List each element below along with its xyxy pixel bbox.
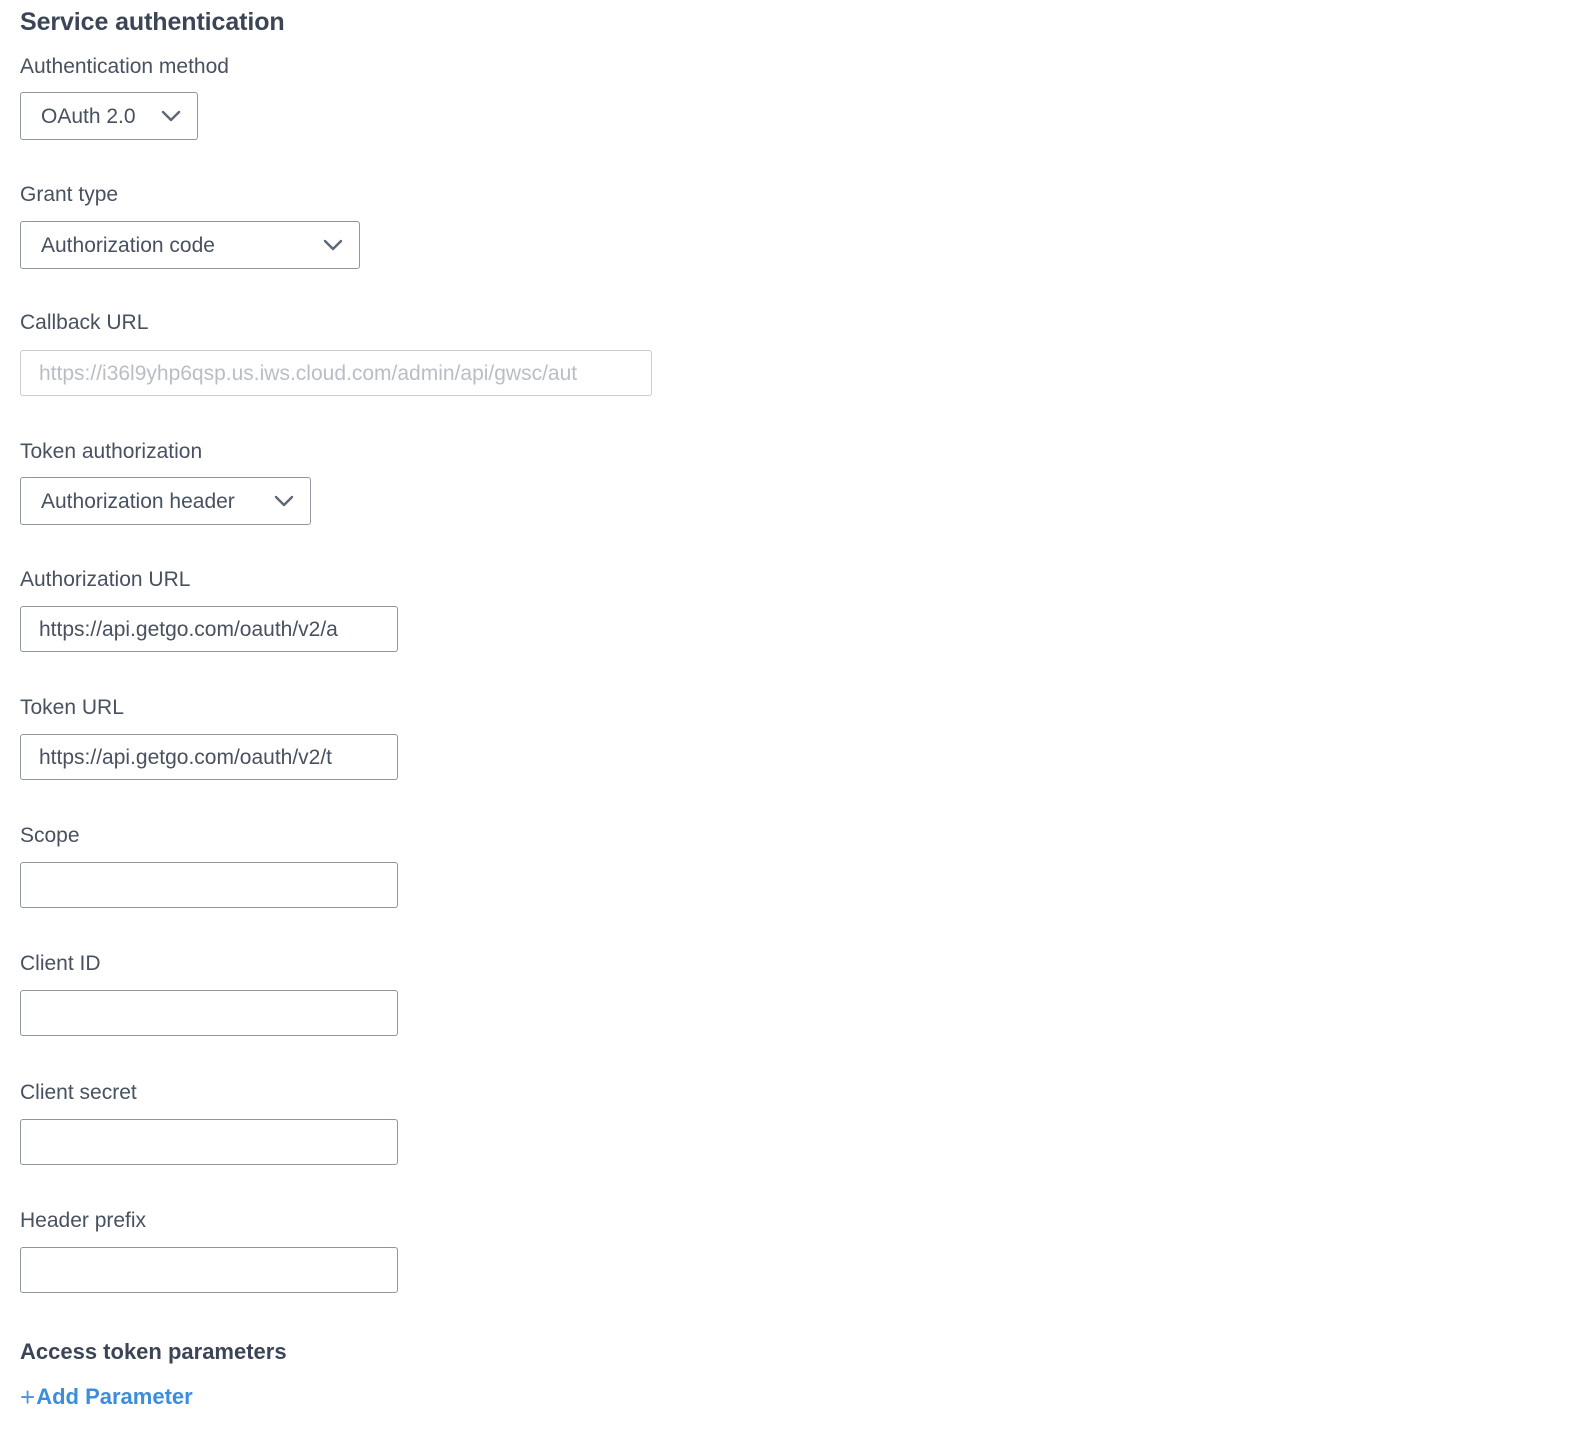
client-id-label: Client ID xyxy=(20,952,101,975)
grant-type-label: Grant type xyxy=(20,183,119,206)
token-authorization-value: Authorization header xyxy=(41,489,235,513)
callback-url-placeholder: https://i36l9yhp6qsp.us.iws.cloud.com/ad… xyxy=(39,361,578,385)
client-secret-label: Client secret xyxy=(20,1081,137,1104)
chevron-down-icon xyxy=(320,232,346,258)
authorization-url-value: https://api.getgo.com/oauth/v2/a xyxy=(39,617,338,641)
add-parameter-label: Add Parameter xyxy=(36,1384,193,1409)
token-authorization-select[interactable]: Authorization header xyxy=(20,477,311,525)
authentication-method-select[interactable]: OAuth 2.0 xyxy=(20,92,198,140)
token-authorization-label: Token authorization xyxy=(20,440,203,463)
plus-icon: + xyxy=(20,1382,36,1412)
token-url-label: Token URL xyxy=(20,696,124,719)
authorization-url-input[interactable]: https://api.getgo.com/oauth/v2/a xyxy=(20,606,398,652)
scope-input[interactable] xyxy=(20,862,398,908)
authentication-method-value: OAuth 2.0 xyxy=(41,104,136,128)
chevron-down-icon xyxy=(158,103,184,129)
token-url-value: https://api.getgo.com/oauth/v2/t xyxy=(39,745,333,769)
header-prefix-label: Header prefix xyxy=(20,1209,147,1232)
client-secret-input[interactable] xyxy=(20,1119,398,1165)
token-url-input[interactable]: https://api.getgo.com/oauth/v2/t xyxy=(20,734,398,780)
header-prefix-input[interactable] xyxy=(20,1247,398,1293)
service-authentication-form: Service authentication Authentication me… xyxy=(0,0,1590,1450)
grant-type-select[interactable]: Authorization code xyxy=(20,221,360,269)
add-parameter-button[interactable]: + Add Parameter xyxy=(20,1384,193,1410)
grant-type-value: Authorization code xyxy=(41,233,215,257)
scope-label: Scope xyxy=(20,824,80,847)
page-title: Service authentication xyxy=(20,8,285,36)
client-id-input[interactable] xyxy=(20,990,398,1036)
authorization-url-label: Authorization URL xyxy=(20,568,191,591)
callback-url-label: Callback URL xyxy=(20,311,149,334)
chevron-down-icon xyxy=(271,488,297,514)
callback-url-input[interactable]: https://i36l9yhp6qsp.us.iws.cloud.com/ad… xyxy=(20,350,652,396)
authentication-method-label: Authentication method xyxy=(20,55,229,78)
access-token-parameters-title: Access token parameters xyxy=(20,1339,287,1364)
